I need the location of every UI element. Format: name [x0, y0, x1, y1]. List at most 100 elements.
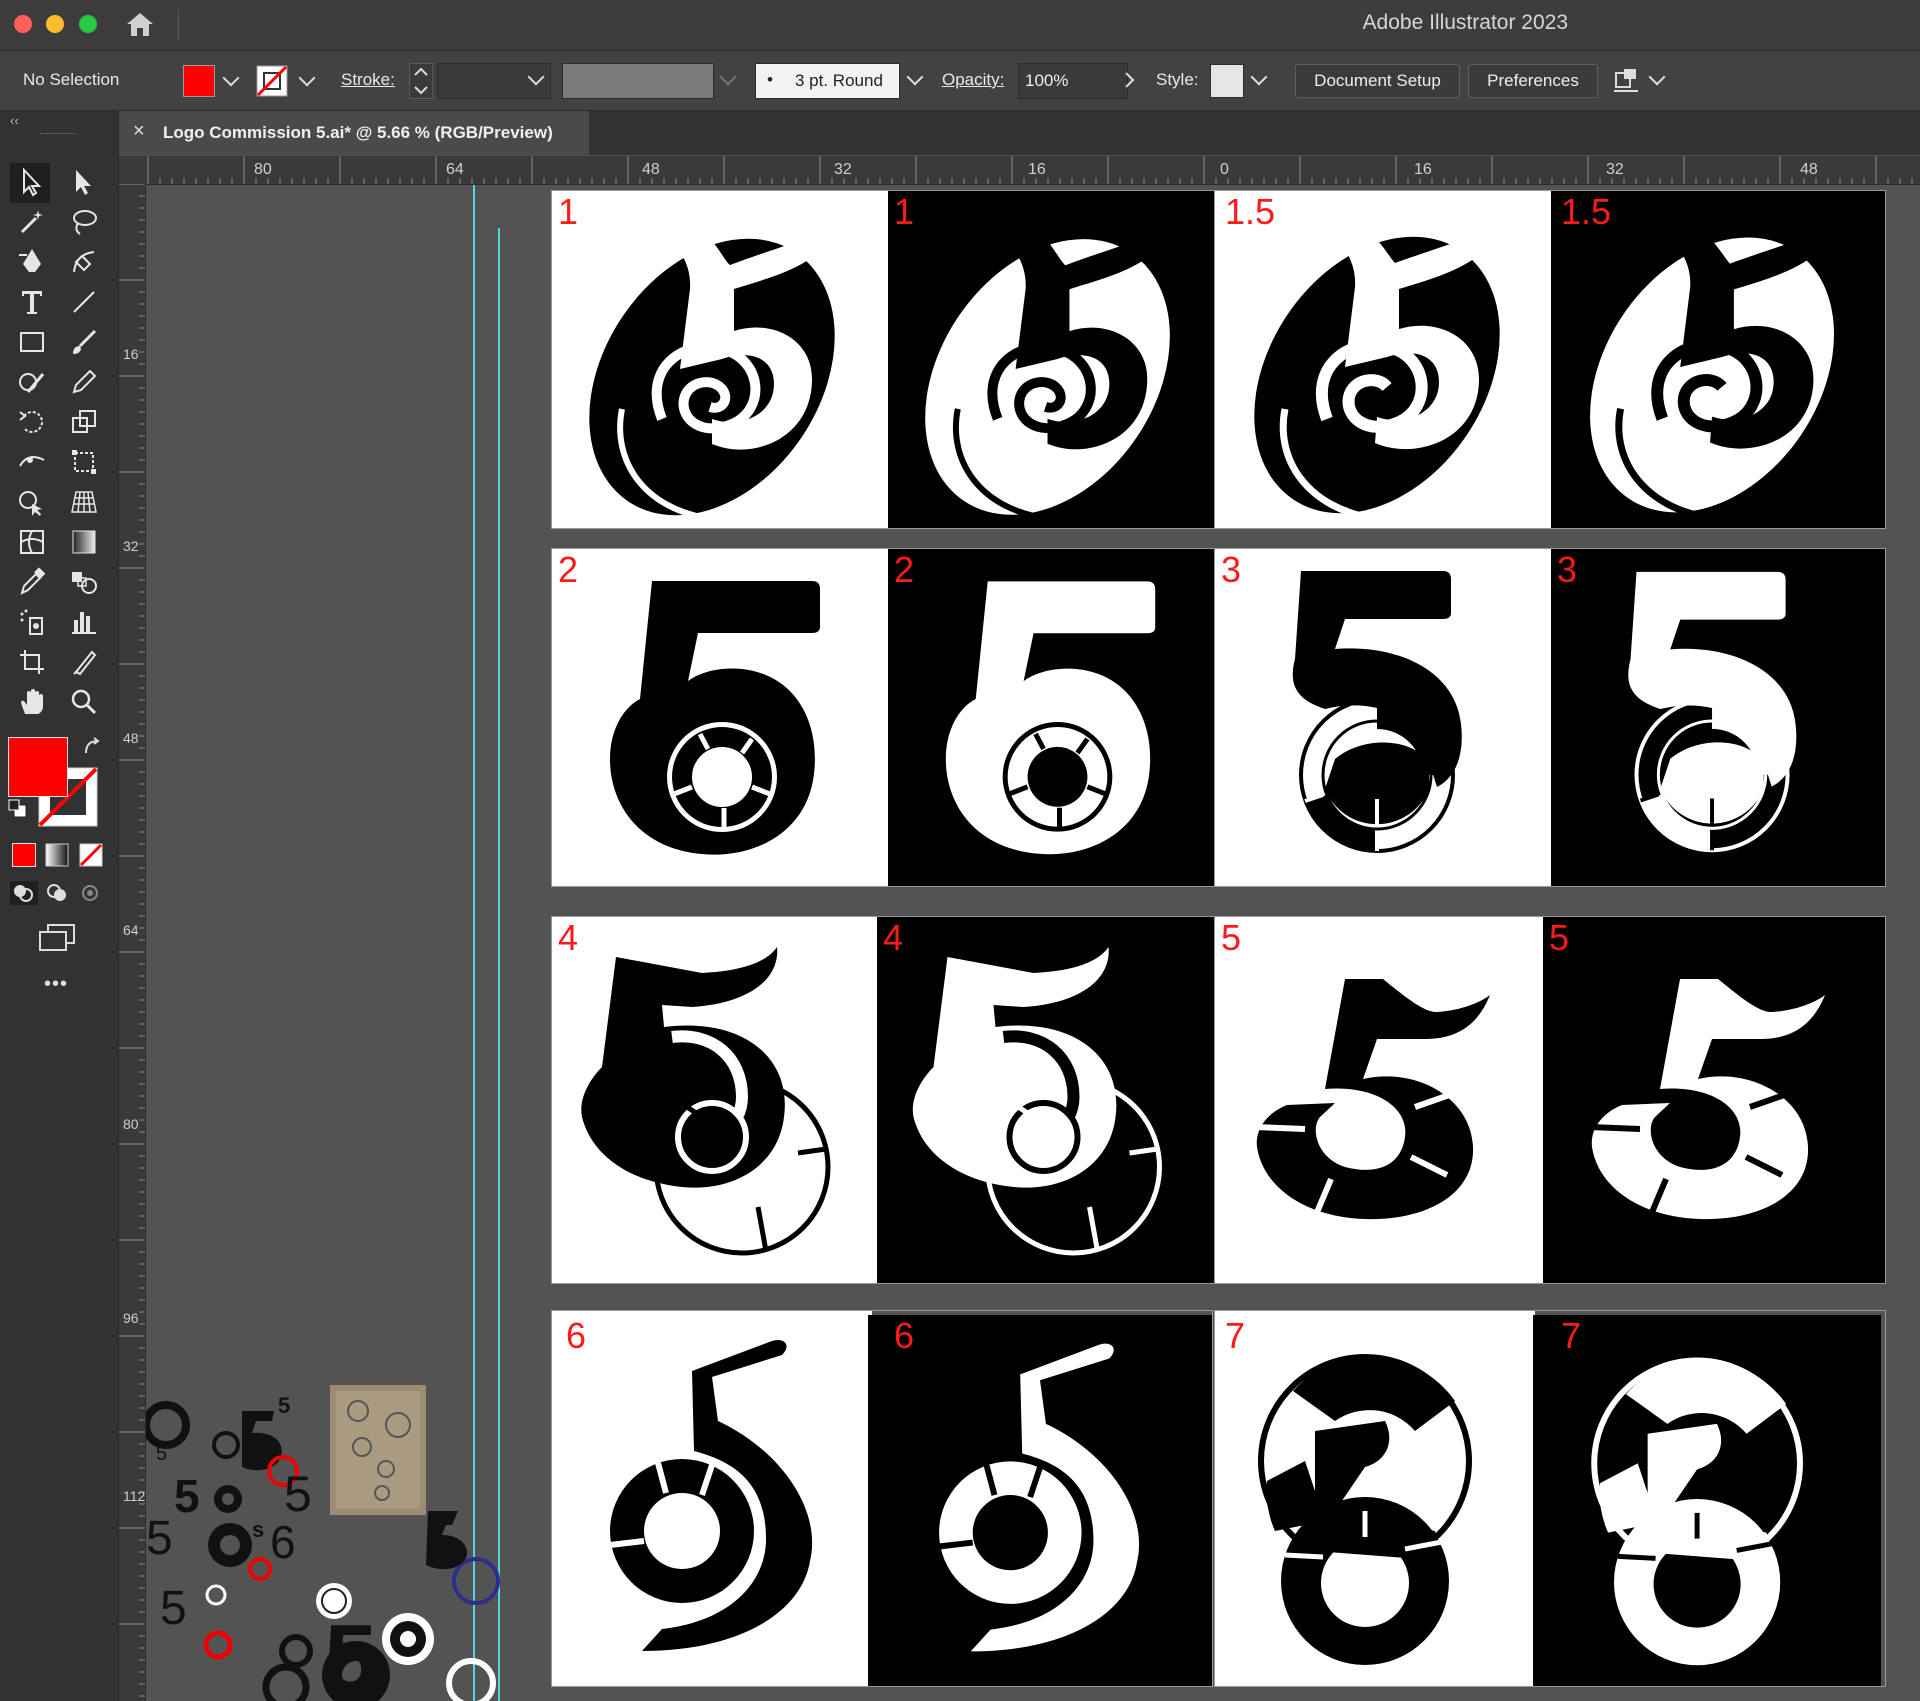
rotate-tool-icon[interactable] [16, 406, 48, 438]
variant-number: 5 [1549, 917, 1570, 958]
fill-color-box[interactable] [8, 737, 68, 797]
graphic-style-swatch[interactable] [1210, 64, 1244, 98]
variant-number: 2 [558, 549, 579, 590]
document-tab[interactable]: × Logo Commission 5.ai* @ 5.66 % (RGB/Pr… [119, 111, 589, 155]
home-icon[interactable] [124, 10, 156, 38]
ruler-label: 16 [1028, 161, 1046, 178]
free-transform-tool-icon[interactable] [68, 446, 100, 478]
none-mode-icon[interactable] [79, 843, 103, 867]
fill-swatch[interactable] [183, 65, 215, 97]
gradient-tool-icon[interactable] [68, 526, 100, 558]
fill-dropdown-chevron-icon[interactable] [222, 69, 240, 87]
artboard-row-2b[interactable]: 3 3 [1214, 548, 1886, 887]
symbol-sprayer-tool-icon[interactable] [16, 606, 48, 638]
preferences-button[interactable]: Preferences [1468, 64, 1598, 98]
color-mode-button[interactable] [12, 843, 36, 867]
ruler-origin[interactable] [119, 156, 147, 185]
artboard-canvas[interactable]: 1 1 1.5 1.5 2 2 3 3 4 4 5 5 6 6 7 7 5 5 … [146, 185, 1920, 1701]
scratch-glyph: 5 [174, 1470, 200, 1522]
zoom-window-button[interactable] [79, 15, 97, 33]
slice-tool-icon[interactable] [68, 646, 100, 678]
artboard-panel: 7 [1533, 1315, 1881, 1686]
close-tab-icon[interactable]: × [133, 120, 145, 143]
window-titlebar: Adobe Illustrator 2023 [0, 0, 1920, 51]
opacity-label[interactable]: Opacity: [942, 70, 1004, 90]
artboard-panel: 5 [1215, 917, 1543, 1283]
artboard-panel: 5 [1543, 917, 1885, 1283]
artboard-panel: 6 [868, 1315, 1212, 1686]
vertical-ruler[interactable]: 16 32 48 64 80 96 112 [119, 184, 146, 1701]
logo-variant-4-black [581, 947, 831, 1256]
stroke-weight-stepper[interactable] [409, 63, 433, 99]
stroke-dropdown-chevron-icon[interactable] [298, 69, 316, 87]
brush-dot-icon: • [767, 70, 773, 89]
arrange-documents-icon[interactable] [1612, 65, 1642, 95]
shaper-tool-icon[interactable] [16, 366, 48, 398]
blend-tool-icon[interactable] [68, 566, 100, 598]
logo-variant-3-black [1292, 571, 1462, 853]
artboard-row-4b[interactable]: 7 7 [1214, 1310, 1886, 1687]
default-fill-stroke-icon[interactable] [8, 799, 28, 819]
width-tool-icon[interactable] [16, 446, 48, 478]
column-graph-tool-icon[interactable] [68, 606, 100, 638]
selection-tool-icon[interactable] [16, 166, 48, 198]
stroke-label[interactable]: Stroke: [341, 70, 395, 90]
rectangle-tool-icon[interactable] [16, 326, 48, 358]
drawing-modes-icon[interactable] [10, 881, 106, 905]
eyedropper-tool-icon[interactable] [16, 566, 48, 598]
line-segment-tool-icon[interactable] [68, 286, 100, 318]
logo-variant-1-white [925, 217, 1170, 522]
horizontal-ruler[interactable]: 80 64 48 32 16 0 16 32 48 [146, 156, 1920, 185]
brush-definition-field[interactable]: • 3 pt. Round [755, 63, 900, 99]
edit-toolbar-icon[interactable]: ••• [44, 973, 68, 996]
artboard-row-4a[interactable]: 6 6 [551, 1310, 1213, 1687]
profile-chevron-icon[interactable] [719, 68, 737, 86]
close-window-button[interactable] [14, 15, 32, 33]
artboard-panel: 2 [552, 549, 888, 886]
artboard-panel: 4 [877, 917, 1215, 1283]
pencil-tool-icon[interactable] [68, 366, 100, 398]
ruler-label: 0 [1220, 161, 1229, 178]
opacity-field[interactable]: 100% [1018, 63, 1128, 99]
swap-fill-stroke-icon[interactable] [82, 737, 102, 757]
shape-builder-tool-icon[interactable] [16, 486, 48, 518]
artboard-row-1b[interactable]: 1.5 1.5 [1214, 190, 1886, 529]
arrange-chevron-icon[interactable] [1648, 68, 1666, 86]
magic-wand-tool-icon[interactable] [16, 206, 48, 238]
brush-chevron-icon[interactable] [906, 68, 924, 86]
scale-tool-icon[interactable] [68, 406, 100, 438]
minimize-window-button[interactable] [46, 15, 64, 33]
variant-number: 4 [558, 917, 579, 958]
perspective-grid-tool-icon[interactable] [68, 486, 100, 518]
logo-variant-7-black [1258, 1354, 1472, 1665]
direct-selection-tool-icon[interactable] [68, 166, 100, 198]
screen-mode-icon[interactable] [38, 923, 78, 953]
variant-number: 3 [1557, 549, 1578, 590]
variant-number: 4 [883, 917, 904, 958]
document-setup-button[interactable]: Document Setup [1295, 64, 1460, 98]
pasteboard-scratch-area[interactable]: 5 5 5 5 5 6 s 5 5 [146, 1385, 506, 1701]
variant-number: 6 [894, 1315, 915, 1356]
mesh-tool-icon[interactable] [16, 526, 48, 558]
type-tool-icon[interactable] [16, 286, 48, 318]
ruler-label: 32 [1606, 161, 1624, 178]
scratch-glyph: 5 [156, 1443, 168, 1465]
artboard-tool-icon[interactable] [16, 646, 48, 678]
variant-number: 1.5 [1561, 191, 1612, 232]
pen-tool-icon[interactable] [16, 246, 48, 278]
hand-tool-icon[interactable] [16, 686, 48, 718]
style-label: Style: [1156, 70, 1199, 89]
paintbrush-tool-icon[interactable] [68, 326, 100, 358]
artboard-row-3b[interactable]: 5 5 [1214, 916, 1886, 1284]
variable-width-profile[interactable] [562, 63, 714, 99]
gradient-mode-icon[interactable] [45, 843, 69, 867]
artboard-row-3a[interactable]: 4 4 [551, 916, 1216, 1284]
ruler-label: 112 [123, 1488, 146, 1504]
curvature-tool-icon[interactable] [68, 246, 100, 278]
stroke-none-swatch-icon[interactable] [256, 65, 288, 97]
style-chevron-icon[interactable] [1250, 68, 1268, 86]
document-tab-bar: × Logo Commission 5.ai* @ 5.66 % (RGB/Pr… [119, 111, 1920, 155]
zoom-tool-icon[interactable] [68, 686, 100, 718]
lasso-tool-icon[interactable] [68, 206, 100, 238]
opacity-arrow-icon[interactable] [1122, 69, 1138, 91]
